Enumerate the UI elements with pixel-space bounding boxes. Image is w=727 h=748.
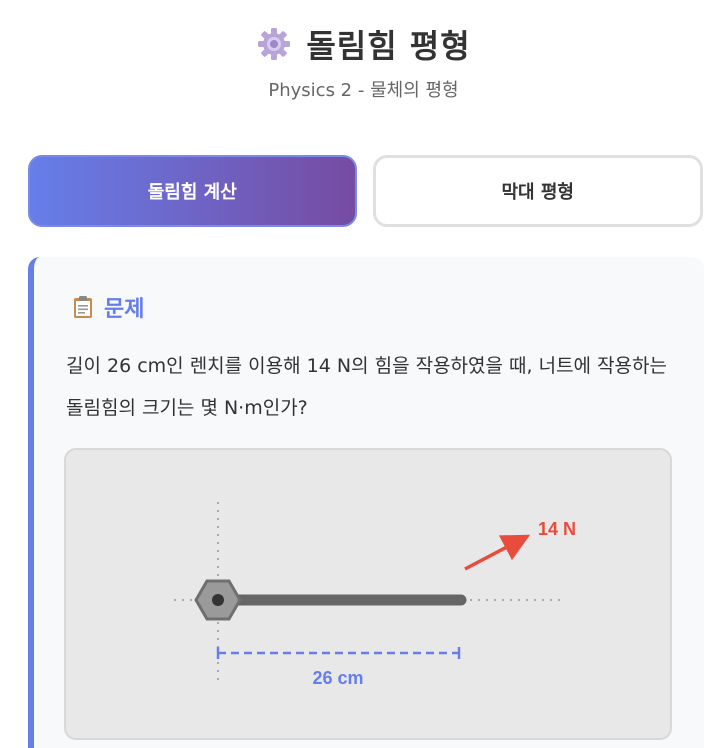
title-row: 돌림힘 평형 xyxy=(0,22,727,66)
problem-text: 길이 26 cm인 렌치를 이용해 14 N의 힘을 작용하였을 때, 너트에 … xyxy=(66,355,667,419)
page-subtitle: Physics 2 - 물체의 평형 xyxy=(268,80,459,101)
problem-heading: 문제 xyxy=(72,291,144,323)
length-label: 26 cm xyxy=(312,668,363,688)
tab-torque-calculation[interactable]: 돌림힘 계산 xyxy=(28,155,357,227)
diagram-canvas: 14 N 26 cm xyxy=(174,502,576,688)
clipboard-icon xyxy=(74,296,92,318)
page-header: 돌림힘 평형 Physics 2 - 물체의 평형 xyxy=(0,0,727,102)
tab-label: 돌림힘 계산 xyxy=(147,182,237,203)
bolt-center xyxy=(212,594,224,606)
gear-icon xyxy=(258,28,291,60)
tab-bar: 돌림힘 계산 막대 평형 xyxy=(28,155,703,227)
problem-card: 문제 길이 26 cm인 렌치를 이용해 14 N의 힘을 작용하였을 때, 너… xyxy=(28,257,704,748)
problem-heading-text: 문제 xyxy=(104,297,145,322)
tab-label: 막대 평형 xyxy=(501,182,574,203)
page-title: 돌림힘 평형 xyxy=(306,27,471,65)
force-arrow xyxy=(464,534,531,571)
force-label: 14 N xyxy=(538,519,576,539)
wrench-diagram: 14 N 26 cm xyxy=(64,448,672,740)
tab-rod-equilibrium[interactable]: 막대 평형 xyxy=(372,155,703,227)
